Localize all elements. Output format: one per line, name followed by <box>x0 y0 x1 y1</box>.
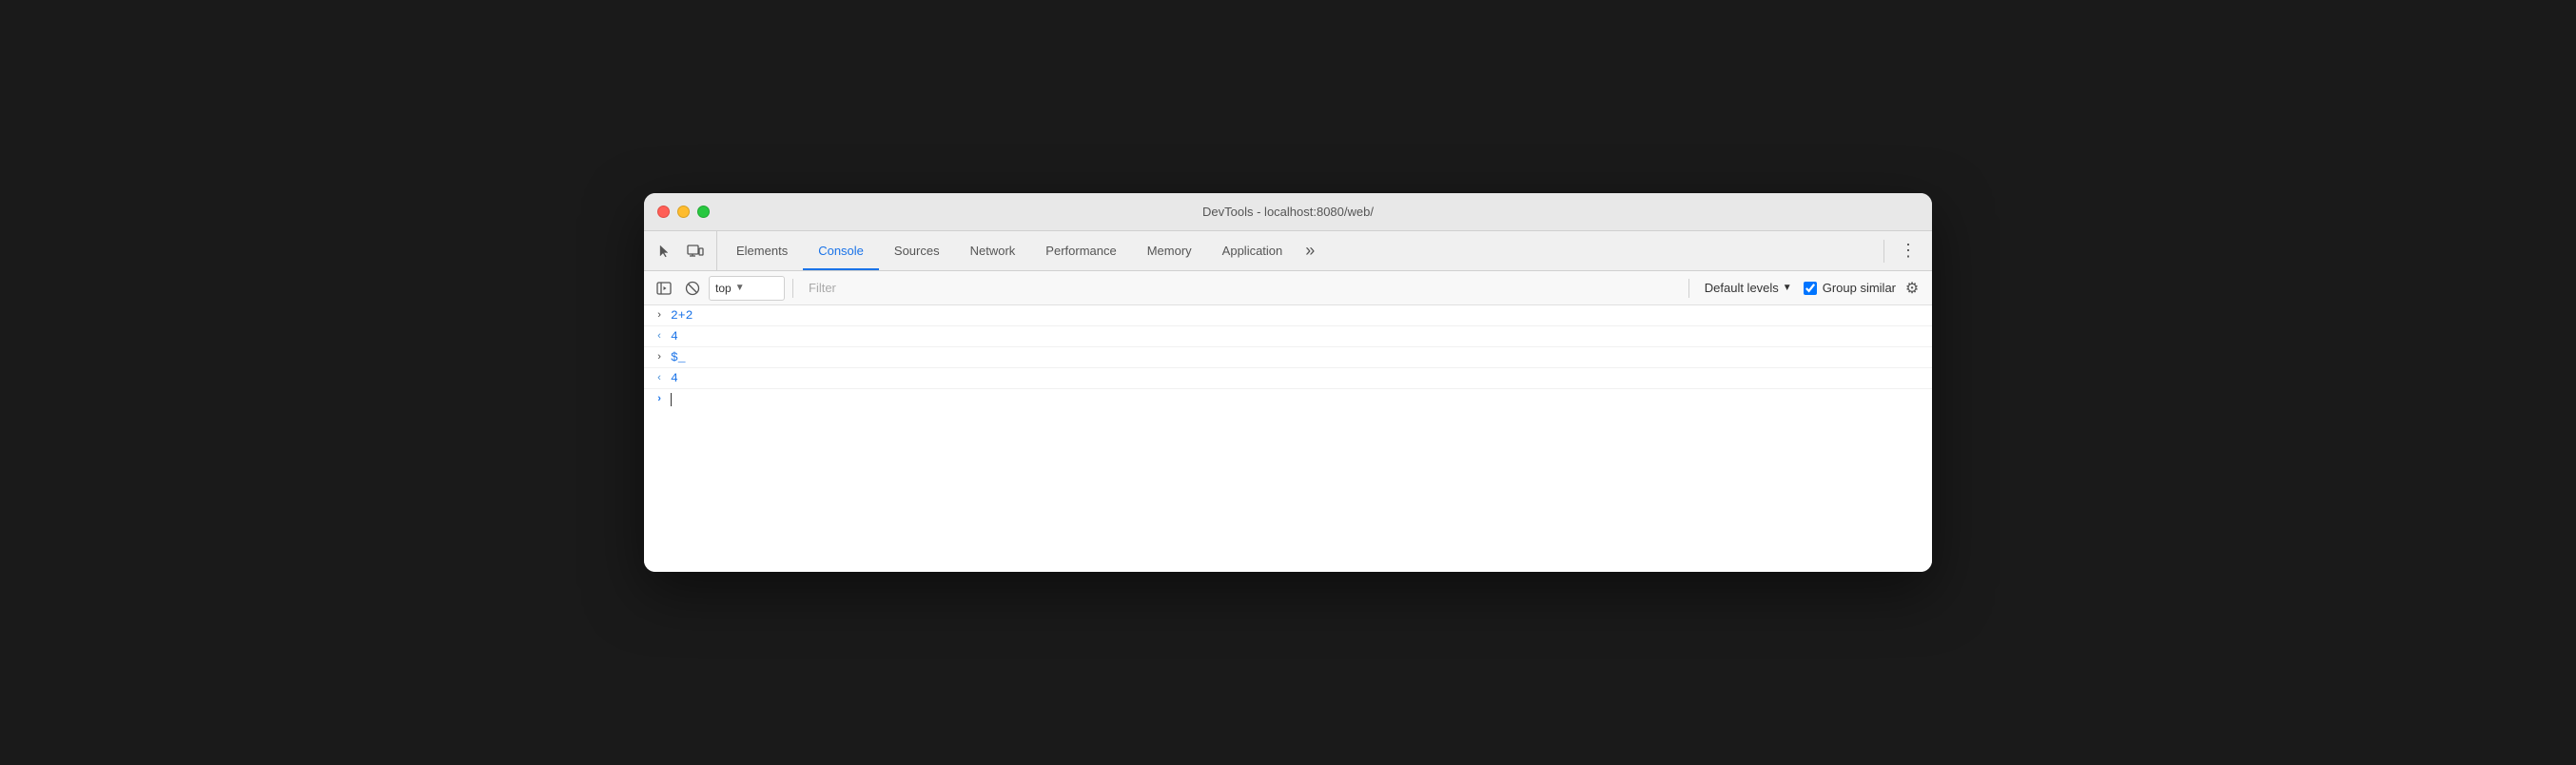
devtools-window: DevTools - localhost:8080/web/ Elements <box>644 193 1932 572</box>
filter-input[interactable] <box>801 281 1681 295</box>
console-entry-3: › $_ <box>644 347 1932 368</box>
console-content: › 2+2 ‹ 4 › $_ ‹ 4 › <box>644 305 1932 572</box>
window-title: DevTools - localhost:8080/web/ <box>1202 205 1374 219</box>
responsive-icon[interactable] <box>682 238 709 265</box>
group-similar-label: Group similar <box>1823 281 1896 295</box>
traffic-lights <box>657 206 710 218</box>
tab-bar: Elements Console Sources Network Perform… <box>644 231 1932 271</box>
more-tabs-button[interactable]: » <box>1298 231 1322 270</box>
console-input-cursor[interactable] <box>671 393 672 407</box>
devtools-icons <box>652 231 717 270</box>
console-toolbar: top ▼ Default levels ▼ Group similar ⚙ <box>644 271 1932 305</box>
console-entry-2: ‹ 4 <box>644 326 1932 347</box>
group-similar-checkbox[interactable] <box>1804 282 1817 295</box>
toolbar-separator-1 <box>792 279 793 298</box>
tab-network[interactable]: Network <box>955 231 1031 270</box>
tabs: Elements Console Sources Network Perform… <box>721 231 1880 270</box>
sidebar-toggle-button[interactable] <box>652 276 676 301</box>
tab-sources[interactable]: Sources <box>879 231 955 270</box>
cursor-icon[interactable] <box>652 238 678 265</box>
vertical-divider <box>1883 240 1884 263</box>
cursor-blink <box>671 393 672 406</box>
chevron-left-icon-2: ‹ <box>652 373 667 384</box>
titlebar: DevTools - localhost:8080/web/ <box>644 193 1932 231</box>
console-text-4: 4 <box>671 371 678 385</box>
tab-memory[interactable]: Memory <box>1132 231 1207 270</box>
group-similar-control: Group similar <box>1804 281 1896 295</box>
context-selector[interactable]: top ▼ <box>709 276 785 301</box>
minimize-button[interactable] <box>677 206 690 218</box>
chevron-left-icon-1: ‹ <box>652 331 667 343</box>
tabbar-right: ⋮ <box>1880 231 1924 270</box>
console-entry-4: ‹ 4 <box>644 368 1932 389</box>
console-entry-1: › 2+2 <box>644 305 1932 326</box>
devtools-menu-button[interactable]: ⋮ <box>1892 241 1924 261</box>
log-levels-selector[interactable]: Default levels ▼ <box>1697 281 1800 295</box>
console-text-1: 2+2 <box>671 308 693 323</box>
levels-arrow-icon: ▼ <box>1783 283 1792 293</box>
toolbar-separator-2 <box>1688 279 1689 298</box>
tab-elements[interactable]: Elements <box>721 231 803 270</box>
maximize-button[interactable] <box>697 206 710 218</box>
tab-performance[interactable]: Performance <box>1030 231 1131 270</box>
console-text-3: $_ <box>671 350 686 364</box>
context-selector-arrow: ▼ <box>735 283 745 293</box>
clear-console-button[interactable] <box>680 276 705 301</box>
close-button[interactable] <box>657 206 670 218</box>
tab-console[interactable]: Console <box>803 231 879 270</box>
console-settings-button[interactable]: ⚙ <box>1900 276 1924 301</box>
chevron-right-icon-2: › <box>652 352 667 363</box>
tab-application[interactable]: Application <box>1207 231 1298 270</box>
console-input-line: › <box>644 389 1932 410</box>
chevron-right-icon-1: › <box>652 310 667 322</box>
prompt-icon: › <box>652 394 667 405</box>
console-text-2: 4 <box>671 329 678 343</box>
